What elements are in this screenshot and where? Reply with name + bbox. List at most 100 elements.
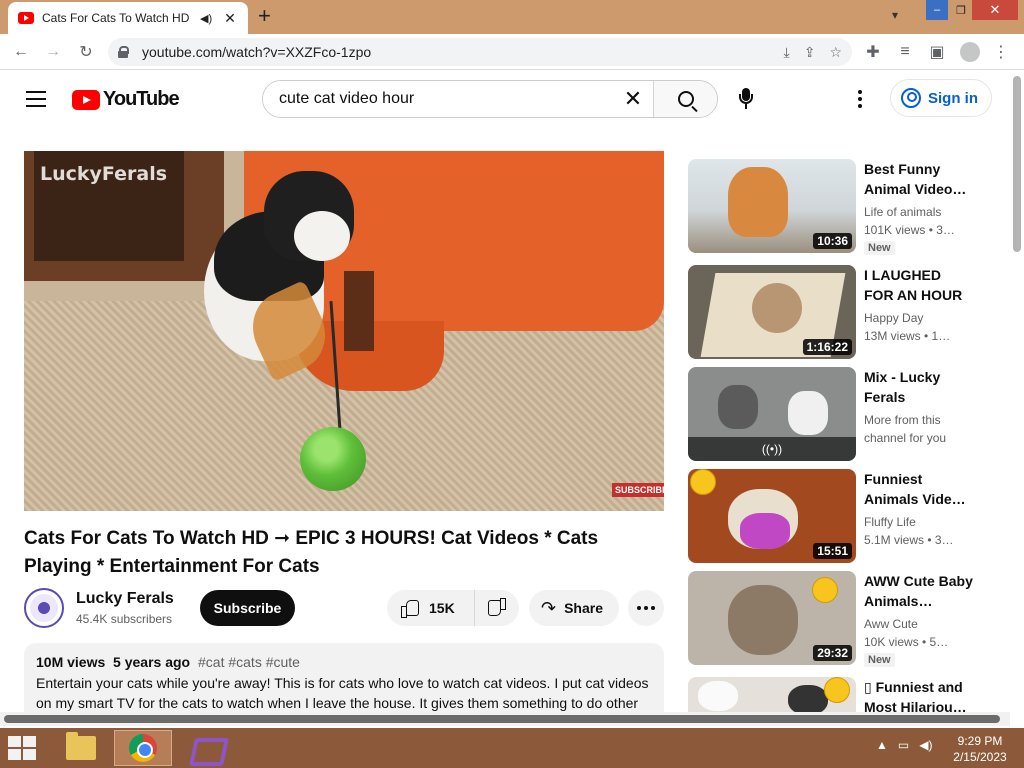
lock-icon[interactable] (118, 46, 129, 58)
recommendation-channel[interactable]: Aww Cute (864, 617, 974, 631)
window-minimize-button[interactable]: – (926, 0, 948, 20)
vertical-scroll-thumb[interactable] (1013, 76, 1021, 252)
video-duration: 1:16:22 (802, 339, 852, 355)
horizontal-scrollbar[interactable] (0, 712, 1010, 726)
hamburger-menu-icon[interactable] (26, 91, 46, 107)
recommendation-thumbnail[interactable]: 10:36 (688, 159, 856, 253)
recommendation-item[interactable]: ((•)) Mix - Lucky Ferals More from this … (688, 367, 988, 463)
video-duration: 15:51 (813, 543, 852, 559)
windows-start-icon[interactable] (8, 736, 38, 760)
window-maximize-button[interactable]: ❐ (950, 0, 972, 20)
youtube-play-icon (72, 89, 100, 110)
upload-age: 5 years ago (113, 654, 191, 670)
laughing-emoji-icon (824, 677, 850, 710)
clear-search-icon[interactable]: ✕ (613, 81, 653, 117)
hashtags[interactable]: #cat #cats #cute (198, 654, 300, 670)
new-badge: New (864, 241, 895, 255)
owner-row: Lucky Ferals 45.4K subscribers Subscribe… (24, 588, 664, 628)
recommendation-title[interactable]: AWW Cute Baby Animals… (864, 571, 974, 611)
window-close-button[interactable]: ✕ (972, 0, 1018, 20)
like-count: 15K (429, 600, 455, 616)
browser-tab[interactable]: Cats For Cats To Watch HD - ◀) ✕ (8, 2, 248, 34)
forward-arrow-icon[interactable]: → (42, 41, 64, 63)
subscriber-count: 45.4K subscribers (76, 612, 173, 626)
install-icon[interactable]: ⤓ (784, 44, 790, 61)
description-meta: 10M views 5 years ago #cat #cats #cute (36, 654, 652, 670)
share-arrow-icon: ↷ (541, 597, 557, 618)
recommendation-item[interactable]: ▯ Funniest and Most Hilariou… (688, 677, 988, 713)
tab-search-chevron-icon[interactable]: ▾ (892, 8, 898, 22)
more-actions-button[interactable] (628, 590, 664, 626)
avatar-icon[interactable] (960, 42, 980, 62)
like-button[interactable]: 15K (387, 590, 475, 626)
kebab-icon[interactable]: ⋮ (990, 41, 1012, 63)
recommendation-thumbnail[interactable]: 29:32 (688, 571, 856, 665)
puzzle-icon[interactable]: ✚ (862, 41, 884, 63)
recommendation-channel: More from this (864, 413, 941, 427)
recommendation-thumbnail[interactable]: ((•)) (688, 367, 856, 461)
network-icon[interactable]: ▭ (898, 738, 909, 752)
video-player[interactable]: LuckyFerals SUBSCRIBE (24, 151, 664, 511)
recommendation-title[interactable]: Best Funny Animal Video… (864, 159, 974, 199)
visual-studio-icon (190, 734, 220, 762)
browser-toolbar: ← → ↻ youtube.com/watch?v=XXZFco-1zpo ⤓ … (0, 34, 1024, 70)
address-bar[interactable]: youtube.com/watch?v=XXZFco-1zpo ⤓ ⇪ ☆ (108, 38, 852, 66)
reload-icon[interactable]: ↻ (75, 41, 97, 63)
sign-in-button[interactable]: Sign in (890, 79, 992, 117)
like-dislike-group: 15K (387, 590, 519, 626)
recommendation-item[interactable]: 15:51 Funniest Animals Vide… Fluffy Life… (688, 469, 988, 565)
subscribe-watermark[interactable]: SUBSCRIBE (612, 483, 664, 497)
search-icon (677, 91, 694, 107)
recommendation-item[interactable]: 1:16:22 I LAUGHED FOR AN HOUR😿… Happy Da… (688, 265, 988, 361)
back-arrow-icon[interactable]: ← (10, 41, 32, 63)
tab-close-icon[interactable]: ✕ (222, 10, 238, 27)
subscribe-button[interactable]: Subscribe (200, 590, 295, 626)
mix-radio-icon: ((•)) (688, 437, 856, 461)
recommendation-thumbnail[interactable] (688, 677, 856, 713)
recommendation-thumbnail[interactable]: 1:16:22 (688, 265, 856, 359)
taskbar-clock[interactable]: 9:29 PM 2/15/2023 (940, 733, 1020, 765)
file-explorer-taskbar-button[interactable] (52, 730, 110, 766)
system-tray: ▲ ▭ ◀) (876, 738, 932, 752)
new-tab-button[interactable]: + (258, 5, 271, 27)
recommendation-channel[interactable]: Life of animals (864, 205, 974, 219)
recommendation-stats: 10K views • 5… (864, 635, 949, 649)
recommendation-thumbnail[interactable]: 15:51 (688, 469, 856, 563)
video-title: Cats For Cats To Watch HD ➞ EPIC 3 HOURS… (24, 528, 599, 577)
channel-name[interactable]: Lucky Ferals (76, 590, 174, 608)
url-text[interactable]: youtube.com/watch?v=XXZFco-1zpo (142, 44, 770, 60)
vertical-scrollbar[interactable] (1010, 70, 1024, 714)
share-button[interactable]: ↷ Share (529, 590, 619, 626)
dislike-button[interactable] (475, 590, 519, 626)
recommendation-item[interactable]: 29:32 AWW Cute Baby Animals… Aww Cute 10… (688, 571, 988, 667)
media-icon[interactable]: ≡ (894, 41, 916, 63)
search-box: ✕ (262, 80, 718, 118)
share-icon[interactable]: ⇪ (804, 44, 816, 61)
recommendation-stats: 101K views • 3… (864, 223, 955, 237)
windows-taskbar: ▲ ▭ ◀) 9:29 PM 2/15/2023 (0, 728, 1024, 768)
channel-avatar[interactable] (24, 588, 64, 628)
youtube-logo[interactable]: YouTube (72, 88, 180, 111)
settings-kebab-icon[interactable] (858, 90, 862, 111)
microphone-icon[interactable] (736, 88, 756, 110)
tab-strip: Cats For Cats To Watch HD - ◀) ✕ + ▾ – ❐… (0, 0, 1024, 34)
recommendation-channel[interactable]: Happy Day (864, 311, 974, 325)
speaker-icon[interactable]: ◀) (200, 12, 214, 25)
horizontal-scroll-thumb[interactable] (4, 715, 1000, 723)
recommendation-title[interactable]: Funniest Animals Vide… (864, 469, 974, 509)
chrome-taskbar-button[interactable] (114, 730, 172, 766)
recommendation-title[interactable]: ▯ Funniest and Most Hilariou… (864, 677, 974, 713)
show-hidden-icons-icon[interactable]: ▲ (876, 738, 888, 752)
recommendation-channel[interactable]: Fluffy Life (864, 515, 974, 529)
visual-studio-taskbar-button[interactable] (176, 730, 234, 766)
tab-title: Cats For Cats To Watch HD - (42, 11, 192, 25)
video-description[interactable]: 10M views 5 years ago #cat #cats #cute E… (24, 643, 664, 723)
recommendation-title[interactable]: Mix - Lucky Ferals (864, 367, 974, 407)
recommendation-title[interactable]: I LAUGHED FOR AN HOUR😿… (864, 265, 974, 305)
volume-icon[interactable]: ◀) (919, 738, 932, 752)
search-input[interactable] (263, 81, 613, 117)
search-button[interactable] (653, 81, 717, 117)
side-panel-icon[interactable]: ▣ (926, 41, 948, 63)
recommendation-item[interactable]: 10:36 Best Funny Animal Video… Life of a… (688, 159, 988, 255)
star-icon[interactable]: ☆ (829, 44, 842, 61)
